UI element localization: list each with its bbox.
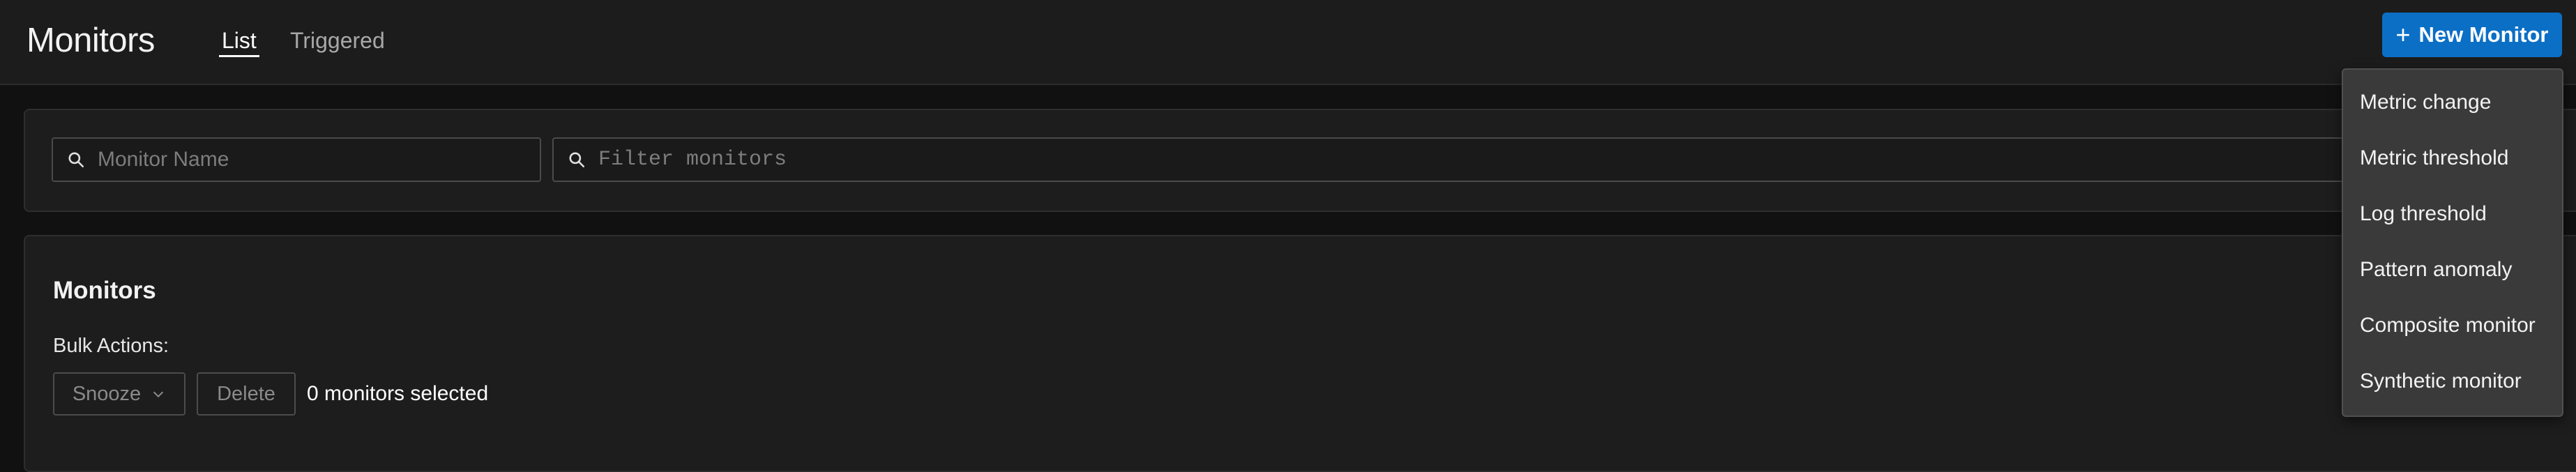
menu-item-composite-monitor[interactable]: Composite monitor xyxy=(2360,312,2536,339)
monitor-name-search[interactable] xyxy=(52,137,541,182)
page-title: Monitors xyxy=(26,22,155,59)
menu-item-metric-change[interactable]: Metric change xyxy=(2360,89,2491,116)
menu-item-log-threshold[interactable]: Log threshold xyxy=(2360,201,2487,227)
filter-monitors-input[interactable] xyxy=(598,139,2434,181)
new-monitor-menu: Metric change Metric threshold Log thres… xyxy=(2342,68,2563,417)
snooze-button-label: Snooze xyxy=(72,382,142,405)
chevron-down-icon xyxy=(153,391,164,398)
delete-button[interactable]: Delete xyxy=(197,372,296,416)
monitors-panel xyxy=(24,235,2576,472)
new-monitor-button[interactable]: + New Monitor xyxy=(2382,13,2562,57)
monitor-name-input[interactable] xyxy=(98,139,540,181)
menu-item-synthetic-monitor[interactable]: Synthetic monitor xyxy=(2360,368,2522,395)
menu-item-pattern-anomaly[interactable]: Pattern anomaly xyxy=(2360,257,2512,283)
selected-count: 0 monitors selected xyxy=(307,382,489,405)
tab-list[interactable]: List xyxy=(219,26,259,57)
page-header: Monitors List Triggered + New Monitor xyxy=(0,0,2576,85)
bulk-actions-label: Bulk Actions: xyxy=(53,335,169,357)
search-icon xyxy=(68,152,84,168)
filter-monitors-search[interactable] xyxy=(552,137,2435,182)
menu-item-metric-threshold[interactable]: Metric threshold xyxy=(2360,145,2508,172)
new-monitor-button-label: New Monitor xyxy=(2418,22,2549,47)
monitors-section-title: Monitors xyxy=(53,277,156,304)
plus-icon: + xyxy=(2395,20,2411,49)
snooze-button[interactable]: Snooze xyxy=(53,372,185,416)
tab-triggered[interactable]: Triggered xyxy=(290,26,385,54)
search-icon xyxy=(569,152,585,168)
